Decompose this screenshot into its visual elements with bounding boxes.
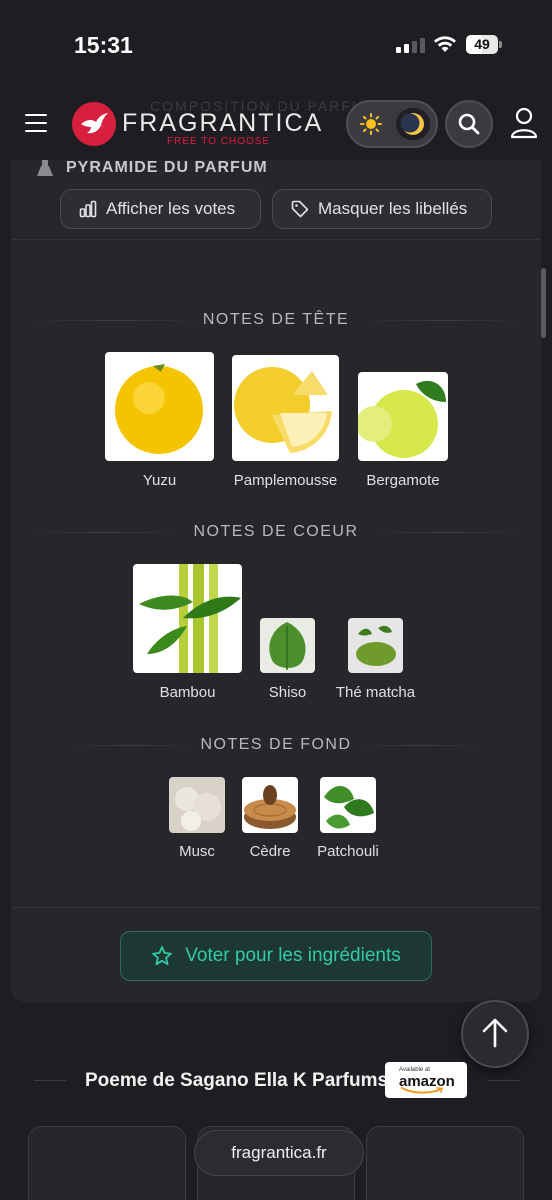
- shiso-image: [260, 618, 315, 673]
- theme-toggle[interactable]: [346, 100, 438, 148]
- heart-notes-title: NOTES DE COEUR: [193, 523, 359, 540]
- note-cedre[interactable]: Cèdre: [242, 777, 298, 860]
- note-patchouli[interactable]: Patchouli: [317, 777, 379, 860]
- note-label: Bergamote: [366, 472, 440, 489]
- amazon-smile-icon: [401, 1087, 444, 1094]
- logo-text[interactable]: FRAGRANTICA: [122, 109, 323, 138]
- yuzu-image: [105, 352, 214, 461]
- pyramid-title: PYRAMIDE DU PARFUM: [66, 159, 268, 176]
- battery-icon: 49: [466, 35, 502, 54]
- tag-icon: [291, 200, 309, 218]
- note-pamplemousse[interactable]: Pamplemousse: [232, 355, 339, 489]
- browser-url-pill[interactable]: fragrantica.fr: [194, 1130, 364, 1176]
- related-card[interactable]: [366, 1126, 524, 1200]
- note-shiso[interactable]: Shiso: [260, 618, 315, 701]
- perfume-bottle-icon: [37, 160, 53, 176]
- patchouli-image: [320, 777, 376, 833]
- moon-icon: [400, 113, 424, 135]
- star-icon: [152, 946, 173, 966]
- search-button[interactable]: [445, 100, 493, 148]
- product-name[interactable]: Poeme de Sagano Ella K Parfums: [85, 1070, 388, 1092]
- logo-tagline: FREE TO CHOOSE: [167, 136, 271, 147]
- browser-url: fragrantica.fr: [231, 1143, 327, 1162]
- note-bergamote[interactable]: Bergamote: [356, 372, 448, 489]
- product-row: Poeme de Sagano Ella K Parfums Available…: [0, 1058, 552, 1104]
- bamboo-image: [133, 564, 242, 673]
- bar-chart-icon: [79, 200, 97, 218]
- battery-percent: 49: [474, 36, 490, 52]
- note-musc[interactable]: Musc: [169, 777, 225, 860]
- note-bambou[interactable]: Bambou: [133, 564, 242, 701]
- pyramid-card: PYRAMIDE DU PARFUM Afficher les votes Ma…: [11, 159, 541, 1002]
- note-yuzu[interactable]: Yuzu: [105, 352, 214, 489]
- scrollbar-thumb[interactable]: [541, 268, 546, 338]
- show-votes-button[interactable]: Afficher les votes: [60, 189, 261, 229]
- note-label: Thé matcha: [335, 684, 416, 701]
- note-the-matcha[interactable]: Thé matcha: [336, 618, 415, 701]
- amazon-badge[interactable]: Available at amazon: [385, 1062, 467, 1098]
- cedar-image: [242, 777, 298, 833]
- pyramid-header: PYRAMIDE DU PARFUM Afficher les votes Ma…: [11, 159, 541, 240]
- matcha-image: [348, 618, 403, 673]
- bergamot-image: [356, 372, 448, 461]
- search-icon: [458, 113, 480, 135]
- sun-icon: [360, 113, 382, 135]
- base-notes-title: NOTES DE FOND: [200, 736, 352, 753]
- divider: [11, 907, 541, 908]
- top-notes-title: NOTES DE TÊTE: [202, 311, 350, 328]
- vote-ingredients-label: Voter pour les ingrédients: [185, 945, 401, 966]
- note-label: Patchouli: [317, 843, 379, 860]
- status-time: 15:31: [74, 32, 133, 58]
- cellular-signal-icon: [396, 38, 425, 53]
- musk-image: [169, 777, 225, 833]
- grapefruit-image: [232, 355, 339, 461]
- show-votes-label: Afficher les votes: [106, 199, 236, 218]
- hide-labels-button[interactable]: Masquer les libellés: [272, 189, 492, 229]
- user-icon[interactable]: [508, 106, 540, 140]
- status-bar: 15:31 49: [0, 0, 552, 90]
- vote-ingredients-button[interactable]: Voter pour les ingrédients: [120, 931, 432, 981]
- hide-labels-label: Masquer les libellés: [318, 199, 468, 218]
- logo-bird-icon[interactable]: [72, 102, 116, 146]
- related-card[interactable]: [28, 1126, 186, 1200]
- menu-icon[interactable]: [25, 114, 47, 132]
- arrow-up-icon: [482, 1018, 508, 1048]
- site-header: FRAGRANTICA FREE TO CHOOSE: [0, 96, 552, 156]
- wifi-icon: [434, 36, 456, 52]
